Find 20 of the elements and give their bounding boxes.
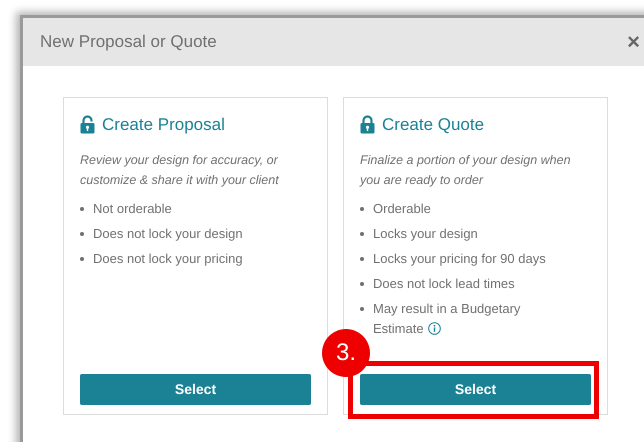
step-badge: 3. bbox=[322, 329, 370, 377]
select-button[interactable]: Select bbox=[80, 374, 311, 405]
card-title: Create Proposal bbox=[102, 114, 225, 136]
select-button[interactable]: Select bbox=[360, 374, 591, 405]
bullet-text: Does not lock your design bbox=[93, 224, 244, 243]
card-description: Review your design for accuracy, or customize & share it with your client bbox=[80, 152, 280, 189]
bullet-text: Locks your design bbox=[373, 224, 479, 243]
bullet-text: Does not lock lead times bbox=[373, 274, 516, 292]
bullet-text: Orderable bbox=[373, 200, 432, 218]
close-button[interactable]: × bbox=[627, 31, 640, 53]
card-description: Finalize a portion of your design when you are ready to order bbox=[360, 152, 572, 189]
bullet-text: Does not lock your pricing bbox=[93, 250, 244, 268]
lock-icon bbox=[360, 115, 375, 134]
info-icon[interactable] bbox=[428, 322, 441, 334]
bullet-text: Locks your pricing for 90 days bbox=[373, 250, 547, 268]
bullet-text: May result in a Budgetary Estimate bbox=[373, 300, 522, 338]
unlocked-lock-icon bbox=[80, 115, 95, 134]
bullet-text: Not orderable bbox=[93, 200, 173, 218]
card-title: Create Quote bbox=[382, 114, 484, 136]
dialog-title: New Proposal or Quote bbox=[40, 31, 217, 54]
